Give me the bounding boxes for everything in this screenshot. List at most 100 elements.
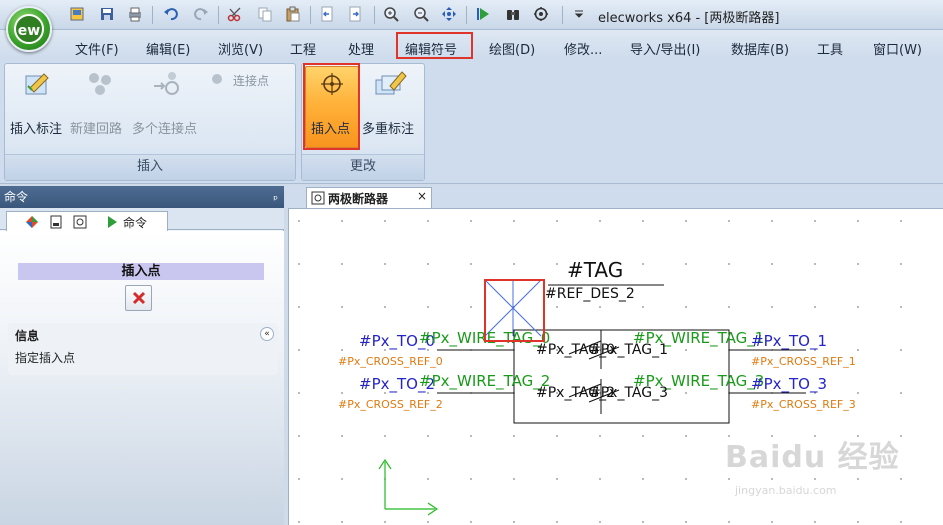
px-to-1: #Px_TO_1 — [751, 332, 828, 350]
undo-icon[interactable] — [162, 5, 180, 23]
grid-dot — [642, 478, 644, 480]
menu-modify[interactable]: 修改... — [564, 39, 602, 58]
grid-dot — [642, 435, 644, 437]
grid-dot — [427, 435, 429, 437]
dropdown-icon[interactable] — [570, 5, 588, 23]
print-icon[interactable] — [126, 5, 144, 23]
grid-dot — [685, 263, 687, 265]
collapse-button[interactable]: « — [260, 327, 274, 341]
px-to-3: #Px_TO_3 — [751, 375, 828, 393]
grid-dot — [427, 263, 429, 265]
grid-dot — [728, 521, 730, 523]
document-tab-close-button[interactable]: × — [417, 189, 427, 203]
grid-dot — [771, 306, 773, 308]
px-tag-1: #Px_TAG_1 — [589, 342, 669, 358]
title-bar: ew elecworks x64 - [两极断路器] — [0, 0, 943, 52]
grid-dot — [556, 220, 558, 222]
menu-tools[interactable]: 工具 — [817, 39, 843, 58]
grid-dot — [556, 306, 558, 308]
tab-document[interactable]: 两极断路器 × — [306, 187, 432, 208]
menu-highlight-box — [396, 32, 473, 59]
play-icon — [108, 216, 117, 228]
paste-icon[interactable] — [284, 5, 302, 23]
grid-dot — [513, 521, 515, 523]
menu-database[interactable]: 数据库(B) — [731, 39, 789, 58]
zoom-in-icon[interactable] — [382, 5, 400, 23]
close-icon — [132, 291, 145, 305]
grid-dot — [642, 220, 644, 222]
menu-draw[interactable]: 绘图(D) — [489, 39, 535, 58]
menu-window[interactable]: 窗口(W) — [873, 39, 922, 58]
grid-dot — [814, 521, 816, 523]
insert-annotation-button[interactable]: 插入标注 — [10, 118, 62, 137]
save-icon[interactable] — [98, 5, 116, 23]
grid-dot — [341, 478, 343, 480]
grid-dot — [341, 263, 343, 265]
app-logo: ew — [14, 14, 44, 44]
menu-project[interactable]: 工程 — [290, 39, 316, 58]
cut-icon[interactable] — [226, 5, 244, 23]
grid-dot — [728, 306, 730, 308]
grid-dot — [685, 306, 687, 308]
app-icon[interactable] — [68, 5, 86, 23]
grid-dot — [857, 263, 859, 265]
group-label-insert: 插入 — [5, 154, 295, 180]
symbol-tag: #TAG — [567, 258, 624, 282]
menu-view[interactable]: 浏览(V) — [218, 39, 263, 58]
properties-tab-icon[interactable] — [73, 215, 87, 229]
connection-point-button[interactable]: 连接点 — [233, 72, 269, 89]
grid-dot — [857, 521, 859, 523]
px-wire-tag-2: #Px_WIRE_TAG_2 — [419, 372, 551, 390]
menu-file[interactable]: 文件(F) — [75, 39, 119, 58]
menu-import-export[interactable]: 导入/导出(I) — [630, 39, 700, 58]
info-title: 信息 — [15, 329, 40, 343]
grid-dot — [556, 478, 558, 480]
grid-dot — [298, 306, 300, 308]
menu-edit[interactable]: 编辑(E) — [146, 39, 190, 58]
grid-dot — [900, 306, 902, 308]
redo-icon[interactable] — [192, 5, 210, 23]
grid-dot — [341, 220, 343, 222]
grid-dot — [341, 435, 343, 437]
app-menu-button[interactable]: ew — [6, 6, 52, 52]
settings-icon[interactable] — [532, 5, 550, 23]
group-label-modify: 更改 — [302, 154, 424, 180]
grid-dot — [470, 478, 472, 480]
px-cross-ref-2: #Px_CROSS_REF_2 — [338, 398, 443, 411]
grid-dot — [599, 478, 601, 480]
run-icon[interactable] — [475, 5, 493, 23]
cancel-button[interactable] — [125, 285, 152, 311]
page-prev-icon[interactable] — [318, 5, 336, 23]
grid-dot — [556, 521, 558, 523]
multi-annotation-button[interactable]: 多重标注 — [362, 118, 414, 137]
symbol-doc-icon — [311, 191, 325, 205]
command-title: 插入点 — [18, 263, 264, 280]
grid-dot — [900, 392, 902, 394]
copy-icon[interactable] — [256, 5, 274, 23]
info-text: 指定插入点 — [15, 351, 76, 365]
grid-dot — [513, 478, 515, 480]
binoculars-icon[interactable] — [504, 5, 522, 23]
grid-dot — [685, 478, 687, 480]
insertion-point-highlight-box — [484, 279, 545, 342]
grid-dot — [556, 435, 558, 437]
multi-connection-button[interactable]: 多个连接点 — [132, 118, 197, 137]
pan-icon[interactable] — [440, 5, 458, 23]
multi-annotation-icon — [374, 68, 408, 103]
grid-dot — [513, 220, 515, 222]
grid-dot — [298, 220, 300, 222]
menu-process[interactable]: 处理 — [348, 39, 374, 58]
insert-annotation-icon — [22, 70, 52, 103]
grid-dot — [900, 521, 902, 523]
grid-dot — [470, 306, 472, 308]
zoom-out-icon[interactable] — [412, 5, 430, 23]
tab-commands[interactable]: 命令 — [6, 211, 168, 231]
grid-dot — [384, 435, 386, 437]
insert-point-highlight-box — [303, 63, 360, 150]
document-tab-icon[interactable] — [49, 215, 63, 229]
new-circuit-button[interactable]: 新建回路 — [70, 118, 122, 137]
grid-dot — [513, 435, 515, 437]
page-next-icon[interactable] — [346, 5, 364, 23]
grid-dot — [685, 435, 687, 437]
components-tab-icon[interactable] — [25, 215, 39, 229]
